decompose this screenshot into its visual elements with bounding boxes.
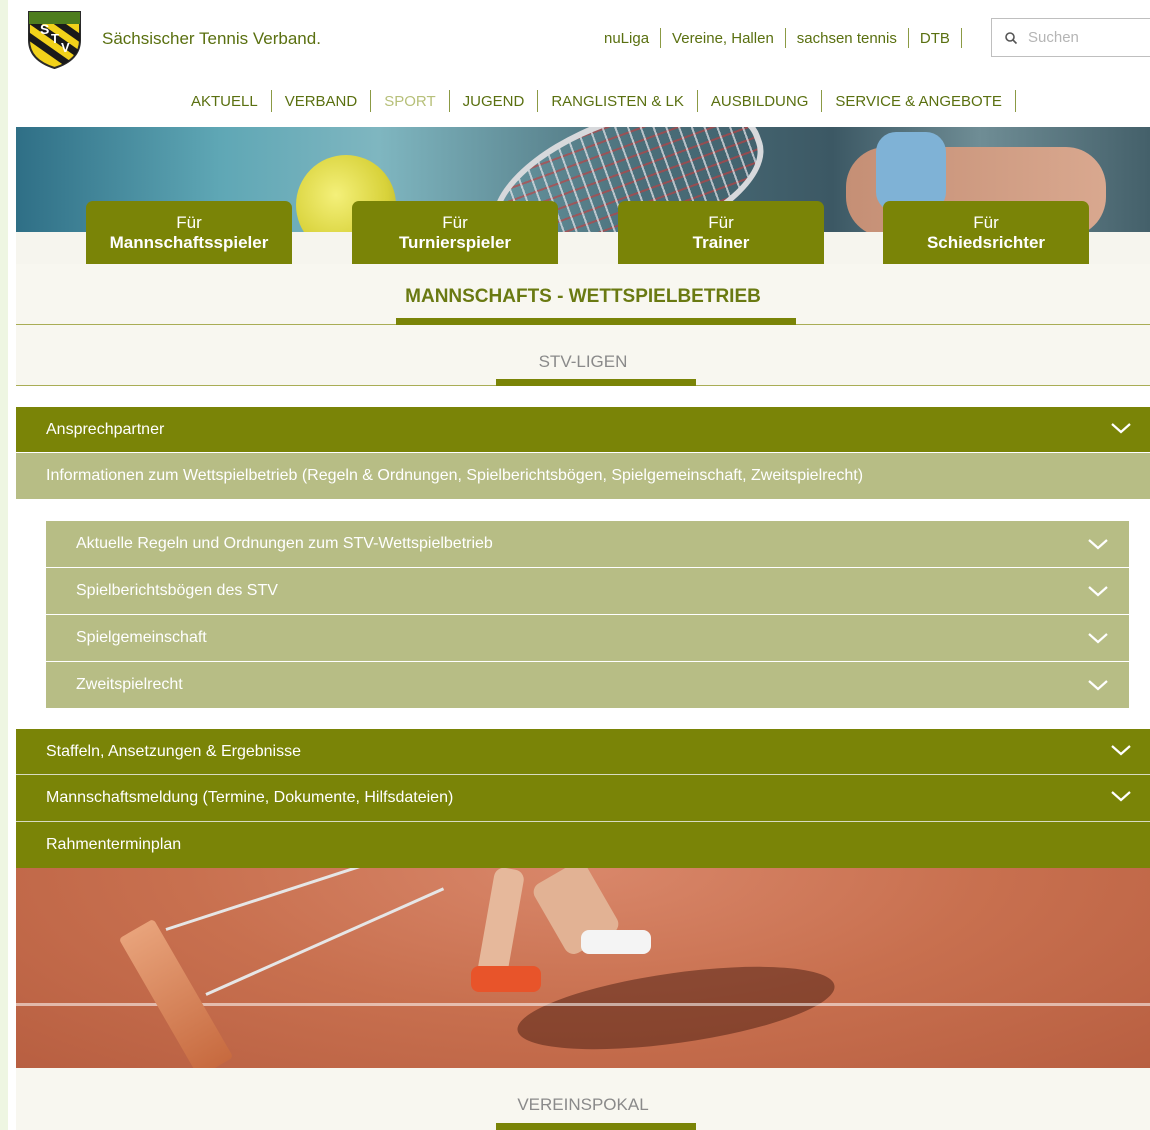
- player-shadow: [512, 951, 840, 1065]
- toplink-vereine-hallen[interactable]: Vereine, Hallen: [661, 30, 785, 47]
- chevron-down-icon: [1088, 633, 1108, 644]
- subsection-header: STV-LIGEN: [16, 325, 1150, 386]
- section-underline: [396, 318, 796, 325]
- broom-pole: [165, 868, 433, 931]
- subaccordion-regeln[interactable]: Aktuelle Regeln und Ordnungen zum STV-We…: [46, 521, 1129, 567]
- tab-label: Turnierspieler: [398, 233, 512, 252]
- tab-label: Mannschaftsspieler: [109, 233, 269, 252]
- svg-text:V: V: [61, 40, 70, 55]
- subaccordion-spielberichtsboegen[interactable]: Spielberichtsbögen des STV: [46, 568, 1129, 614]
- site-title[interactable]: Sächsischer Tennis Verband.: [102, 29, 321, 49]
- section-header: MANNSCHAFTS - WETTSPIELBETRIEB: [16, 264, 1150, 325]
- top-links: nuLiga Vereine, Hallen sachsen tennis DT…: [593, 28, 962, 48]
- subaccordion-label: Spielgemeinschaft: [76, 629, 207, 646]
- chevron-down-icon: [1111, 745, 1131, 756]
- accordion-label: Rahmenterminplan: [46, 836, 182, 853]
- svg-text:T: T: [51, 31, 59, 46]
- nav-item-ausbildung[interactable]: AUSBILDUNG: [698, 93, 822, 110]
- subaccordion-label: Zweitspielrecht: [76, 676, 183, 693]
- chevron-down-icon: [1088, 680, 1108, 691]
- divider: [1014, 90, 1016, 112]
- stv-logo[interactable]: S T V: [27, 10, 82, 70]
- hero-image-clay-court: [16, 868, 1150, 1068]
- accordion-label: Informationen zum Wettspielbetrieb (Rege…: [46, 467, 864, 484]
- accordion-informationen[interactable]: Informationen zum Wettspielbetrieb (Rege…: [16, 453, 1150, 499]
- player-shoe: [581, 930, 651, 954]
- svg-text:S: S: [40, 21, 49, 37]
- accordion-label: Mannschaftsmeldung (Termine, Dokumente, …: [46, 789, 454, 806]
- player-shoe: [471, 966, 541, 992]
- tab-trainer[interactable]: Für Trainer: [618, 201, 824, 264]
- tab-label-prefix: Für: [442, 213, 468, 232]
- subsection-title: STV-LIGEN: [538, 352, 628, 371]
- nav-item-aktuell[interactable]: AKTUELL: [178, 93, 271, 110]
- chevron-down-icon: [1111, 423, 1131, 434]
- subaccordion-zweitspielrecht[interactable]: Zweitspielrecht: [46, 662, 1129, 708]
- page-frame: S T V Sächsischer Tennis Verband. nuLiga…: [8, 0, 1150, 1130]
- tab-label: Schiedsrichter: [926, 233, 1046, 252]
- subaccordion-spielgemeinschaft[interactable]: Spielgemeinschaft: [46, 615, 1129, 661]
- search-input[interactable]: [1026, 28, 1150, 47]
- subaccordion-label: Aktuelle Regeln und Ordnungen zum STV-We…: [76, 535, 493, 552]
- chevron-down-icon: [1088, 586, 1108, 597]
- accordion-label: Ansprechpartner: [46, 420, 165, 438]
- nav-item-service[interactable]: SERVICE & ANGEBOTE: [822, 93, 1014, 110]
- tab-schiedsrichter[interactable]: Für Schiedsrichter: [883, 201, 1089, 264]
- accordion-ansprechpartner[interactable]: Ansprechpartner: [16, 407, 1150, 452]
- subsection-underline: [496, 379, 696, 386]
- accordion-rahmenterminplan[interactable]: Rahmenterminplan: [16, 822, 1150, 868]
- chevron-down-icon: [1088, 539, 1108, 550]
- accordion-mannschaftsmeldung[interactable]: Mannschaftsmeldung (Termine, Dokumente, …: [16, 775, 1150, 821]
- tab-label-prefix: Für: [973, 213, 999, 232]
- player-leg: [476, 868, 526, 980]
- chevron-down-icon: [1111, 791, 1131, 802]
- next-section-header: VEREINSPOKAL: [16, 1068, 1150, 1130]
- tab-label: Trainer: [692, 233, 750, 252]
- nav-item-ranglisten[interactable]: RANGLISTEN & LK: [538, 93, 697, 110]
- court-broom-image: [118, 918, 234, 1068]
- nav-item-jugend[interactable]: JUGEND: [450, 93, 538, 110]
- next-section-title: VEREINSPOKAL: [517, 1095, 649, 1114]
- accordion-label: Staffeln, Ansetzungen & Ergebnisse: [46, 742, 301, 760]
- tab-label-prefix: Für: [708, 213, 734, 232]
- search-icon[interactable]: [1004, 31, 1018, 45]
- nav-item-sport[interactable]: SPORT: [371, 93, 448, 110]
- toplink-dtb[interactable]: DTB: [909, 30, 961, 47]
- site-header: S T V Sächsischer Tennis Verband. nuLiga…: [8, 0, 1150, 127]
- subaccordion-label: Spielberichtsbögen des STV: [76, 582, 278, 599]
- tab-mannschaftsspieler[interactable]: Für Mannschaftsspieler: [86, 201, 292, 264]
- nav-item-verband[interactable]: VERBAND: [272, 93, 371, 110]
- tab-turnierspieler[interactable]: Für Turnierspieler: [352, 201, 558, 264]
- section-title: MANNSCHAFTS - WETTSPIELBETRIEB: [405, 286, 761, 307]
- tab-label-prefix: Für: [176, 213, 202, 232]
- toplink-nuliga[interactable]: nuLiga: [593, 30, 660, 47]
- wristband-image: [876, 132, 946, 212]
- search-box[interactable]: [991, 18, 1150, 57]
- divider: [960, 28, 962, 48]
- toplink-sachsen-tennis[interactable]: sachsen tennis: [786, 30, 908, 47]
- main-nav: AKTUELL VERBAND SPORT JUGEND RANGLISTEN …: [178, 90, 1016, 112]
- next-section-underline: [496, 1123, 696, 1130]
- accordion-staffeln[interactable]: Staffeln, Ansetzungen & Ergebnisse: [16, 729, 1150, 774]
